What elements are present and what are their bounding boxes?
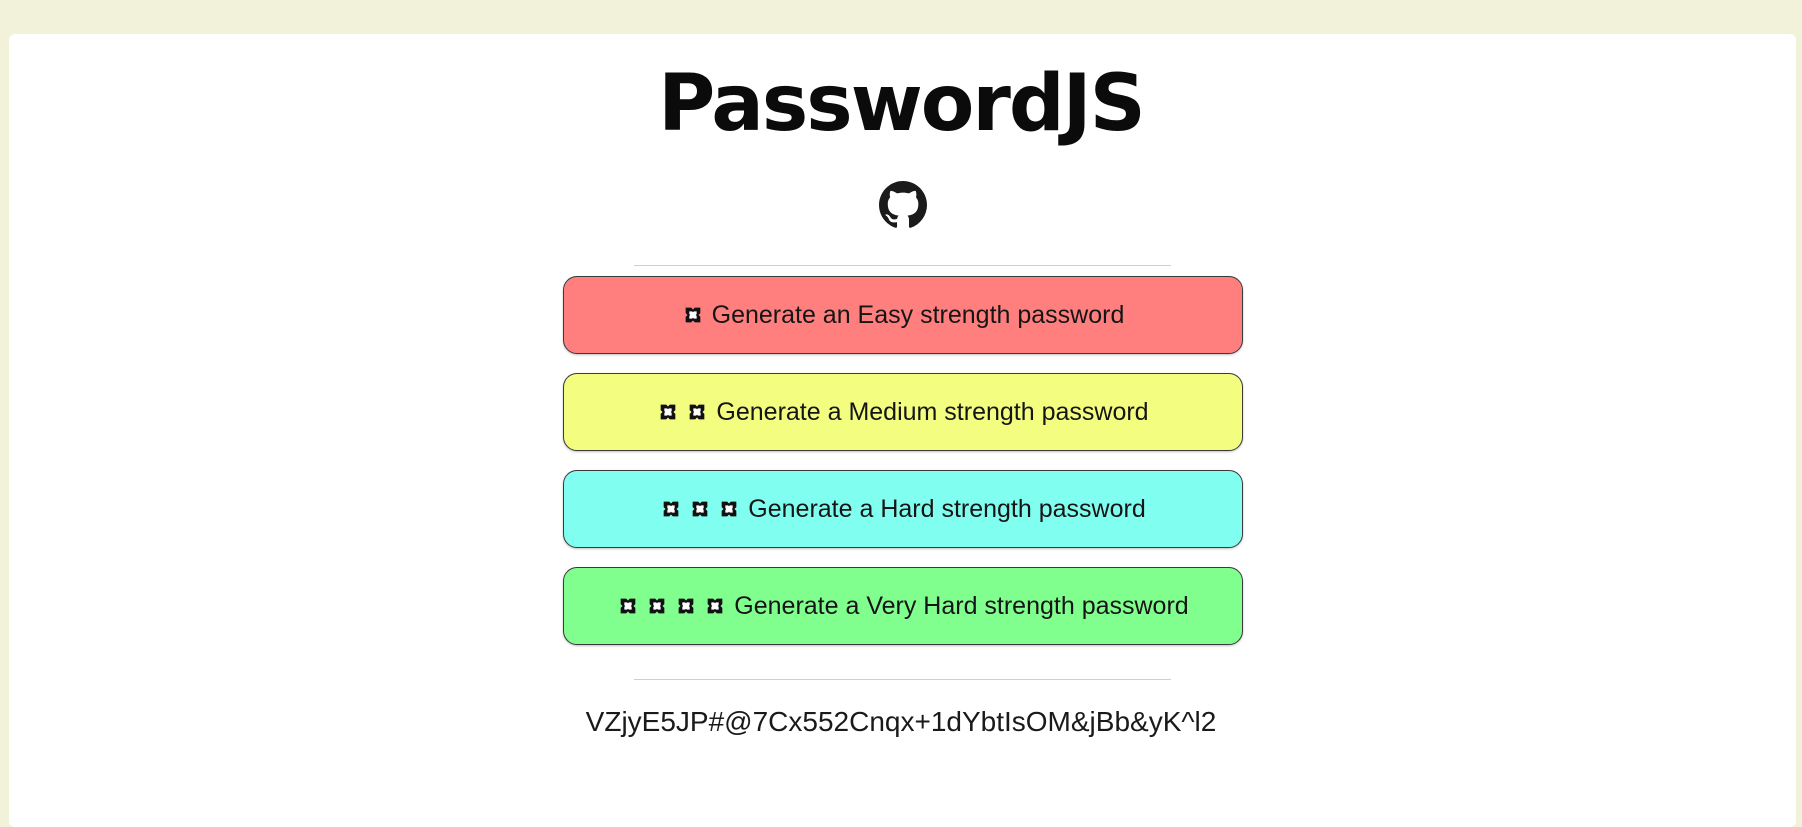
button-label: Generate a Very Hard strength password: [734, 591, 1189, 620]
spinner-icon: [704, 595, 726, 617]
spinner-icon: [660, 498, 682, 520]
spinner-icon: [686, 401, 708, 423]
strength-icons: [682, 304, 704, 326]
bottom-divider: [634, 679, 1171, 680]
spinner-icon: [718, 498, 740, 520]
page-title: PasswordJS: [658, 59, 1146, 149]
strength-icons: [657, 401, 708, 423]
spinner-icon: [675, 595, 697, 617]
button-label: Generate a Medium strength password: [716, 397, 1149, 426]
generate-easy-button[interactable]: Generate an Easy strength password: [563, 276, 1243, 354]
spinner-icon: [682, 304, 704, 326]
generate-hard-button[interactable]: Generate a Hard strength password: [563, 470, 1243, 548]
spinner-icon: [657, 401, 679, 423]
generate-medium-button[interactable]: Generate a Medium strength password: [563, 373, 1243, 451]
generated-password: VZjyE5JP#@7Cx552Cnqx+1dYbtIsOM&jBb&yK^l2: [585, 706, 1217, 737]
github-icon[interactable]: [879, 181, 927, 229]
button-label: Generate an Easy strength password: [711, 300, 1125, 329]
button-label: Generate a Hard strength password: [748, 494, 1146, 523]
spinner-icon: [689, 498, 711, 520]
strength-icons: [617, 595, 726, 617]
top-band: [0, 0, 1802, 34]
top-divider: [634, 265, 1171, 266]
strength-icons: [660, 498, 740, 520]
spinner-icon: [617, 595, 639, 617]
spinner-icon: [646, 595, 668, 617]
generate-very-hard-button[interactable]: Generate a Very Hard strength password: [563, 567, 1243, 645]
